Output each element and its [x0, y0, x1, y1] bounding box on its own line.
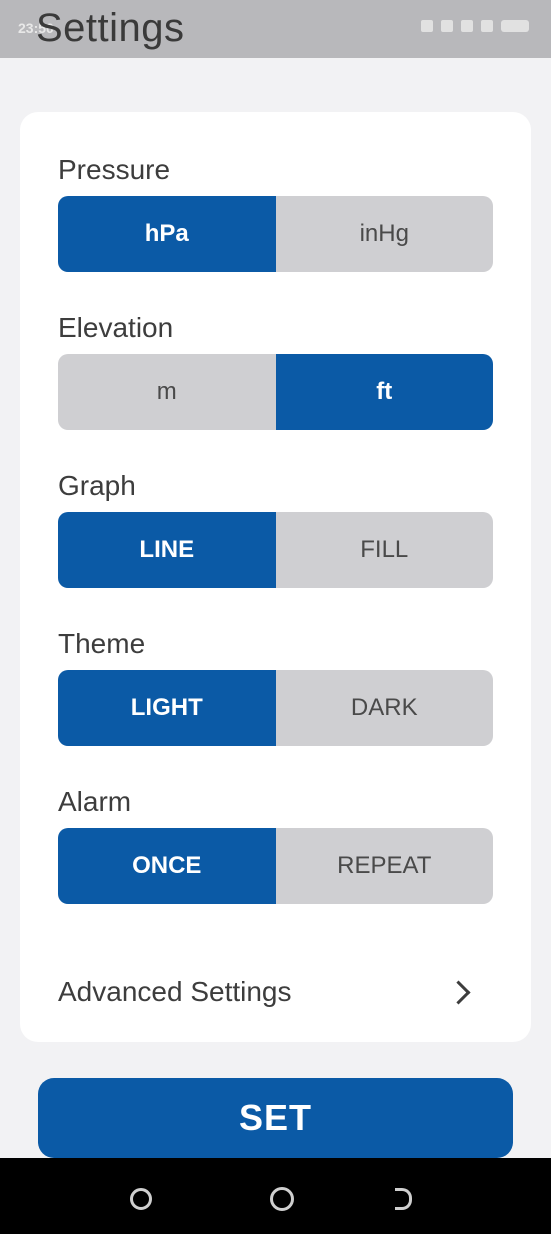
pressure-label: Pressure [58, 154, 171, 185]
graph-option-fill[interactable]: FILL [275, 512, 493, 588]
set-button[interactable]: SET [38, 1078, 513, 1158]
elevation-option-m[interactable]: m [58, 354, 276, 430]
theme-option-light[interactable]: LIGHT [58, 670, 276, 746]
graph-toggle: LINE FILL [58, 512, 493, 588]
elevation-option-ft[interactable]: ft [275, 354, 493, 430]
alarm-label: Alarm [58, 786, 132, 817]
settings-card: Pressure hPa inHg Elevation m ft Graph L… [20, 112, 531, 1042]
elevation-toggle: m ft [58, 354, 493, 430]
theme-toggle: LIGHT DARK [58, 670, 493, 746]
pressure-option-hpa[interactable]: hPa [58, 196, 276, 272]
back-icon[interactable] [395, 1188, 412, 1210]
graph-option-line[interactable]: LINE [58, 512, 276, 588]
recents-icon[interactable] [130, 1188, 152, 1210]
download-icon [481, 20, 493, 32]
pressure-toggle: hPa inHg [58, 196, 493, 272]
pressure-option-inhg[interactable]: inHg [275, 196, 493, 272]
vibrate-icon [421, 20, 433, 32]
chevron-right-icon [446, 979, 471, 1005]
home-icon[interactable] [270, 1187, 294, 1211]
advanced-settings-row[interactable]: Advanced Settings [58, 962, 493, 1022]
alarm-option-once[interactable]: ONCE [58, 828, 276, 904]
theme-label: Theme [58, 628, 146, 659]
elevation-label: Elevation [58, 312, 174, 343]
graph-label: Graph [58, 470, 136, 501]
advanced-settings-label: Advanced Settings [58, 976, 292, 1007]
theme-option-dark[interactable]: DARK [275, 670, 493, 746]
navigation-bar [0, 1158, 551, 1234]
status-icons [421, 20, 529, 32]
wifi-icon [441, 20, 453, 32]
battery-icon [501, 20, 529, 32]
alarm-toggle: ONCE REPEAT [58, 828, 493, 904]
alarm-option-repeat[interactable]: REPEAT [275, 828, 493, 904]
signal-icon [461, 20, 473, 32]
status-bar: 23:50 Settings [0, 0, 551, 58]
page-title: Settings [36, 6, 185, 50]
